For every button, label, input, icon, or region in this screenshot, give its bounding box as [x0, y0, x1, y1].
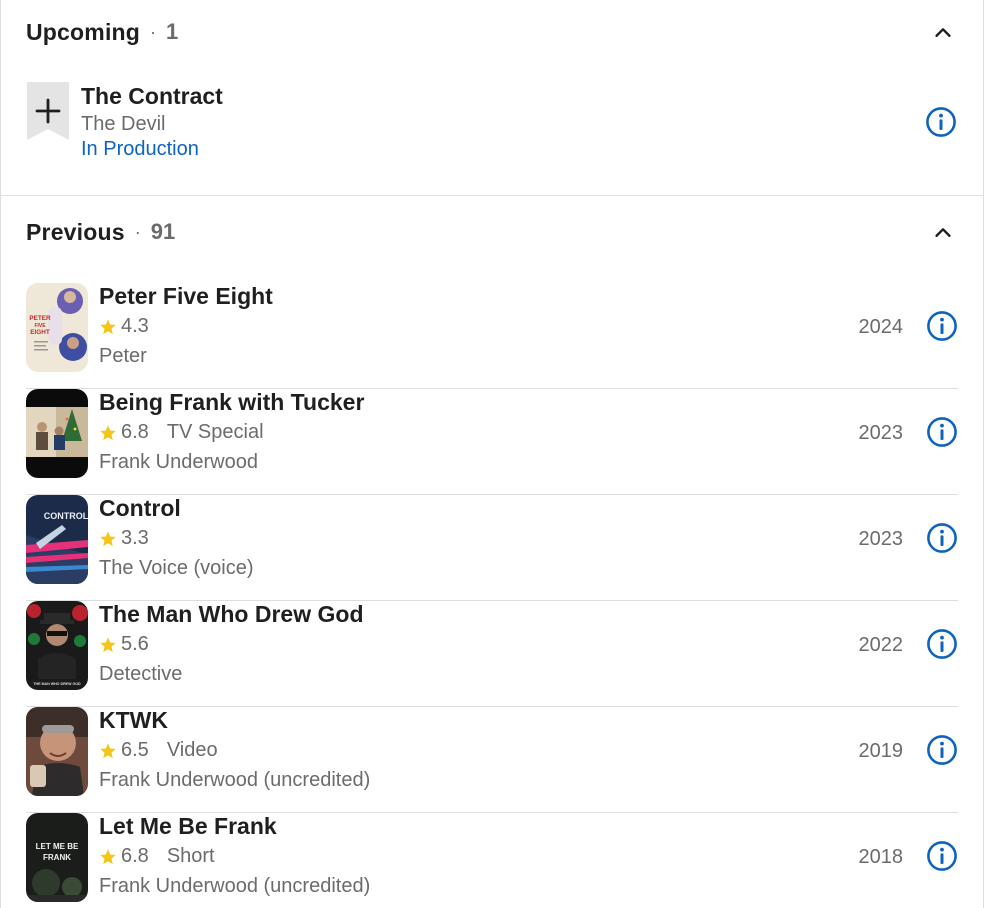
- poster-thumbnail[interactable]: [26, 389, 88, 478]
- item-meta: 6.5 Video: [99, 739, 218, 762]
- item-title[interactable]: The Man Who Drew God: [99, 601, 364, 628]
- previous-section-header[interactable]: Previous · 91: [26, 216, 958, 248]
- item-role: The Voice (voice): [99, 557, 254, 579]
- item-meta: 6.8 Short: [99, 845, 215, 868]
- item-meta: 5.6: [99, 633, 149, 656]
- item-year: 2018: [858, 846, 904, 868]
- item-rating: 6.8: [121, 421, 149, 443]
- item-role: Detective: [99, 663, 183, 685]
- poster-lettering: LET ME BE: [36, 842, 79, 851]
- upcoming-section-header[interactable]: Upcoming · 1: [26, 16, 958, 48]
- poster-lettering: THE MAN WHO DREW GOD: [33, 682, 81, 686]
- info-icon[interactable]: [926, 522, 958, 554]
- poster-lettering: EIGHT: [30, 329, 50, 336]
- list-item[interactable]: THE MAN WHO DREW GOD The Man Who Drew Go…: [26, 600, 958, 707]
- star-icon: [100, 848, 116, 864]
- upcoming-item-status: In Production: [81, 138, 199, 160]
- section-divider: [1, 195, 983, 196]
- item-role: Peter: [99, 345, 147, 367]
- star-icon: [100, 424, 116, 440]
- info-icon[interactable]: [926, 416, 958, 448]
- list-item[interactable]: KTWK 6.5 Video Frank Underwood (uncredit…: [26, 706, 958, 813]
- star-icon: [100, 636, 116, 652]
- item-year: 2023: [858, 528, 904, 550]
- chevron-up-icon[interactable]: [932, 22, 954, 44]
- info-icon[interactable]: [926, 734, 958, 766]
- star-icon: [100, 742, 116, 758]
- poster-thumbnail[interactable]: LET ME BE FRANK: [26, 813, 88, 902]
- add-to-watchlist-icon[interactable]: [27, 82, 69, 142]
- previous-section-title: Previous: [26, 218, 125, 245]
- upcoming-count: 1: [166, 19, 179, 44]
- upcoming-item-role: The Devil: [81, 113, 166, 135]
- item-kind: TV Special: [166, 421, 264, 443]
- item-rating: 6.8: [121, 845, 149, 867]
- item-year: 2023: [858, 422, 904, 444]
- star-icon: [100, 530, 116, 546]
- item-rating: 6.5: [121, 739, 149, 761]
- filmography-panel: Upcoming · 1 The Contract The Devil In P…: [0, 0, 984, 908]
- item-meta: 3.3: [99, 527, 149, 550]
- poster-thumbnail[interactable]: PETER FIVE EIGHT: [26, 283, 88, 372]
- item-title[interactable]: Control: [99, 495, 181, 522]
- separator-dot: ·: [150, 21, 157, 42]
- list-item[interactable]: LET ME BE FRANK Let Me Be Frank 6.8 Shor…: [26, 812, 958, 908]
- item-rating: 5.6: [121, 633, 149, 655]
- item-rating: 4.3: [121, 315, 149, 337]
- item-title[interactable]: Let Me Be Frank: [99, 813, 277, 840]
- poster-thumbnail[interactable]: [26, 707, 88, 796]
- list-item[interactable]: CONTROL Control 3.3 The Voice (voice) 20…: [26, 494, 958, 601]
- list-item[interactable]: PETER FIVE EIGHT Peter Five Eight 4.3 Pe…: [26, 282, 958, 389]
- item-year: 2024: [858, 316, 904, 338]
- item-role: Frank Underwood (uncredited): [99, 875, 371, 897]
- item-title[interactable]: Peter Five Eight: [99, 283, 273, 310]
- info-icon[interactable]: [926, 628, 958, 660]
- upcoming-section-title: Upcoming: [26, 18, 141, 45]
- item-rating: 3.3: [121, 527, 149, 549]
- poster-lettering: CONTROL: [44, 511, 88, 521]
- poster-lettering: PETER: [29, 315, 51, 322]
- item-role: Frank Underwood (uncredited): [99, 769, 371, 791]
- item-kind: Short: [166, 845, 215, 867]
- item-title[interactable]: Being Frank with Tucker: [99, 389, 364, 416]
- item-meta: 6.8 TV Special: [99, 421, 264, 444]
- chevron-up-icon[interactable]: [932, 222, 954, 244]
- item-year: 2022: [858, 634, 904, 656]
- poster-thumbnail[interactable]: CONTROL: [26, 495, 88, 584]
- upcoming-item[interactable]: The Contract The Devil In Production: [27, 82, 957, 168]
- item-title[interactable]: KTWK: [99, 707, 168, 734]
- info-icon[interactable]: [925, 106, 957, 138]
- item-role: Frank Underwood: [99, 451, 258, 473]
- star-icon: [100, 318, 116, 334]
- item-year: 2019: [858, 740, 904, 762]
- poster-thumbnail[interactable]: THE MAN WHO DREW GOD: [26, 601, 88, 690]
- previous-count: 91: [150, 219, 176, 244]
- info-icon[interactable]: [926, 310, 958, 342]
- item-kind: Video: [166, 739, 218, 761]
- info-icon[interactable]: [926, 840, 958, 872]
- item-meta: 4.3: [99, 315, 149, 338]
- poster-lettering: FRANK: [43, 853, 71, 862]
- separator-dot: ·: [134, 221, 141, 242]
- list-item[interactable]: Being Frank with Tucker 6.8 TV Special F…: [26, 388, 958, 495]
- upcoming-item-title[interactable]: The Contract: [81, 83, 223, 110]
